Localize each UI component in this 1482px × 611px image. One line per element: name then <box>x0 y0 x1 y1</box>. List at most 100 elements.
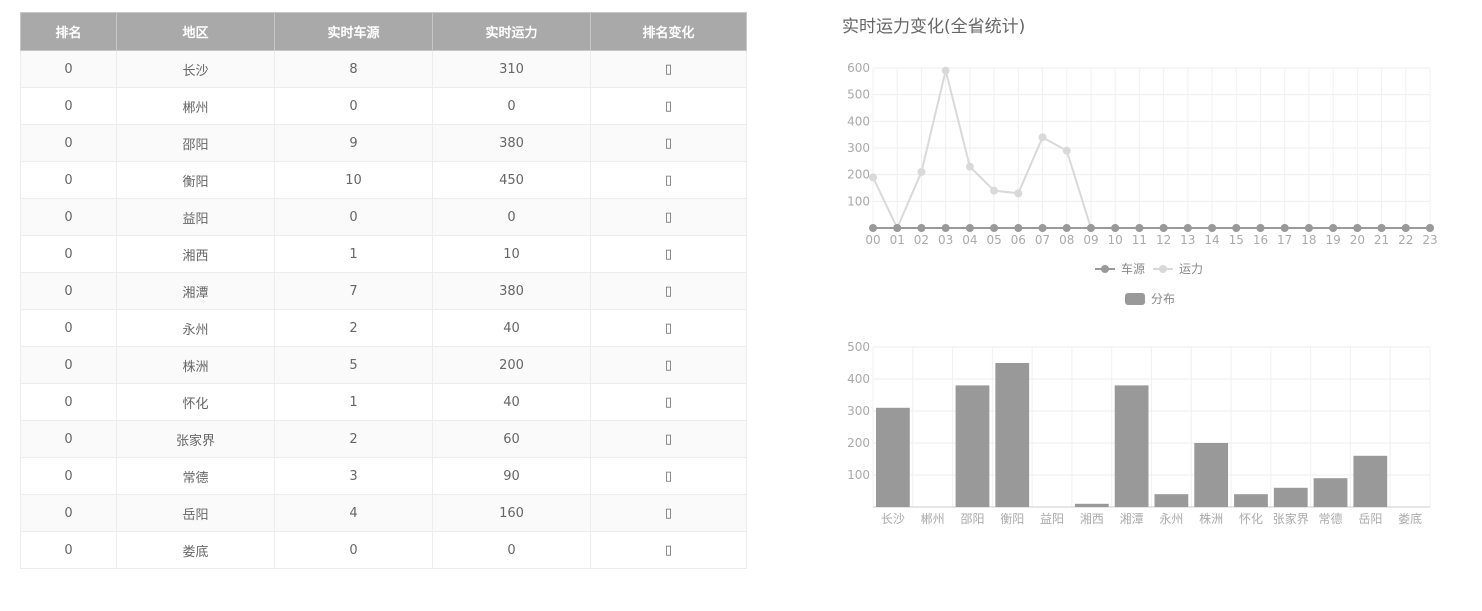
cell-region: 株洲 <box>116 346 275 384</box>
cell-vehicles: 0 <box>274 87 433 125</box>
data-point <box>917 224 926 232</box>
x-tick-label: 13 <box>1180 233 1195 247</box>
cell-region: 永州 <box>116 309 275 347</box>
data-point <box>1062 146 1071 155</box>
x-tick-label: 21 <box>1374 233 1389 247</box>
x-tick-label: 03 <box>938 233 953 247</box>
cell-region: 张家界 <box>116 420 275 458</box>
legend-marker-icon <box>1101 265 1109 273</box>
data-point <box>1232 224 1241 232</box>
bar-chart: 分布 100 200 300 400 500 长沙 郴州 邵阳 衡阳 益阳 湘西 湘潭 永州 株洲 怀化 张家界… <box>847 292 1431 526</box>
data-point <box>941 66 950 75</box>
table-row: 0 益阳 0 0 ▯ <box>20 198 747 236</box>
x-tick-label: 株洲 <box>1199 511 1223 526</box>
ranking-table: 排名 地区 实时车源 实时运力 排名变化 0 长沙 8 310 ▯ 0 郴州 0 0 ▯ 0 邵阳 9 3… <box>20 12 747 569</box>
y-tick-label: 400 <box>847 372 870 386</box>
bar <box>876 407 910 507</box>
header-region[interactable]: 地区 <box>116 12 275 51</box>
table-row: 0 岳阳 4 160 ▯ <box>20 494 747 532</box>
x-tick-label: 17 <box>1277 233 1292 247</box>
data-point <box>1014 224 1023 232</box>
cell-vehicles: 0 <box>274 198 433 236</box>
cell-rank: 0 <box>20 198 117 236</box>
data-point <box>1426 224 1434 232</box>
bar <box>995 363 1030 507</box>
cell-region: 益阳 <box>116 198 275 236</box>
cell-capacity: 40 <box>432 383 591 421</box>
table-row: 0 株洲 5 200 ▯ <box>20 346 747 384</box>
cell-capacity: 200 <box>432 346 591 384</box>
data-point <box>965 162 974 171</box>
y-tick-label: 200 <box>847 436 870 450</box>
cell-region: 常德 <box>116 457 275 495</box>
x-tick-label: 19 <box>1325 233 1340 247</box>
table-row: 0 湘西 1 10 ▯ <box>20 235 747 273</box>
x-tick-label: 01 <box>890 233 905 247</box>
cell-capacity: 0 <box>432 531 591 569</box>
table-row: 0 衡阳 10 450 ▯ <box>20 161 747 199</box>
data-point <box>1135 224 1144 232</box>
cell-capacity: 380 <box>432 272 591 310</box>
x-tick-label: 湘西 <box>1080 511 1104 526</box>
x-tick-label: 11 <box>1132 233 1147 247</box>
table-row: 0 常德 3 90 ▯ <box>20 457 747 495</box>
legend-label: 车源 <box>1121 261 1145 276</box>
header-rank[interactable]: 排名 <box>20 12 117 51</box>
data-point <box>941 224 950 232</box>
cell-region: 怀化 <box>116 383 275 421</box>
data-point <box>1377 224 1386 232</box>
cell-region: 娄底 <box>116 531 275 569</box>
cell-rank: 0 <box>20 161 117 199</box>
x-tick-label: 12 <box>1156 233 1171 247</box>
y-tick-label: 400 <box>847 114 870 128</box>
header-vehicles[interactable]: 实时车源 <box>274 12 433 51</box>
header-capacity[interactable]: 实时运力 <box>432 12 591 51</box>
cell-vehicles: 7 <box>274 272 433 310</box>
x-tick-label: 永州 <box>1159 512 1183 526</box>
cell-vehicles: 1 <box>274 383 433 421</box>
cell-rank-change: ▯ <box>590 87 747 125</box>
cell-rank-change: ▯ <box>590 457 747 495</box>
y-tick-label: 300 <box>847 404 870 418</box>
data-point <box>1086 224 1095 232</box>
cell-rank: 0 <box>20 87 117 125</box>
table-row: 0 长沙 8 310 ▯ <box>20 50 747 88</box>
x-tick-label: 10 <box>1108 233 1123 247</box>
x-tick-label: 常德 <box>1319 511 1343 526</box>
legend-label: 分布 <box>1151 292 1175 306</box>
data-point <box>893 224 902 232</box>
x-tick-label: 14 <box>1204 233 1219 247</box>
header-rank-change[interactable]: 排名变化 <box>590 12 747 51</box>
cell-region: 岳阳 <box>116 494 275 532</box>
data-point <box>1208 224 1217 232</box>
x-tick-label: 04 <box>962 233 977 247</box>
table-row: 0 娄底 0 0 ▯ <box>20 531 747 569</box>
cell-region: 衡阳 <box>116 161 275 199</box>
cell-region: 郴州 <box>116 87 275 125</box>
cell-rank: 0 <box>20 50 117 88</box>
x-tick-label: 15 <box>1229 233 1244 247</box>
bar <box>1234 494 1268 507</box>
x-tick-label: 邵阳 <box>960 512 984 526</box>
line-chart: 100 200 300 400 500 600 00 01 02 03 04 05 06 07 08 09 10… <box>847 61 1438 276</box>
cell-rank-change: ▯ <box>590 346 747 384</box>
cell-region: 邵阳 <box>116 124 275 162</box>
cell-rank: 0 <box>20 383 117 421</box>
cell-rank-change: ▯ <box>590 124 747 162</box>
table-row: 0 张家界 2 60 ▯ <box>20 420 747 458</box>
y-tick-label: 200 <box>847 168 870 182</box>
cell-vehicles: 2 <box>274 420 433 458</box>
data-point <box>1353 224 1362 232</box>
table-row: 0 怀化 1 40 ▯ <box>20 383 747 421</box>
line-chart-title: 实时运力变化(全省统计) <box>842 17 1026 37</box>
x-tick-label: 湘潭 <box>1120 511 1144 526</box>
x-tick-label: 05 <box>986 233 1001 247</box>
cell-capacity: 380 <box>432 124 591 162</box>
cell-rank: 0 <box>20 124 117 162</box>
cell-region: 湘西 <box>116 235 275 273</box>
y-tick-label: 300 <box>847 141 870 155</box>
table-row: 0 邵阳 9 380 ▯ <box>20 124 747 162</box>
cell-rank-change: ▯ <box>590 494 747 532</box>
data-point <box>1062 224 1071 232</box>
data-point <box>1038 224 1047 232</box>
